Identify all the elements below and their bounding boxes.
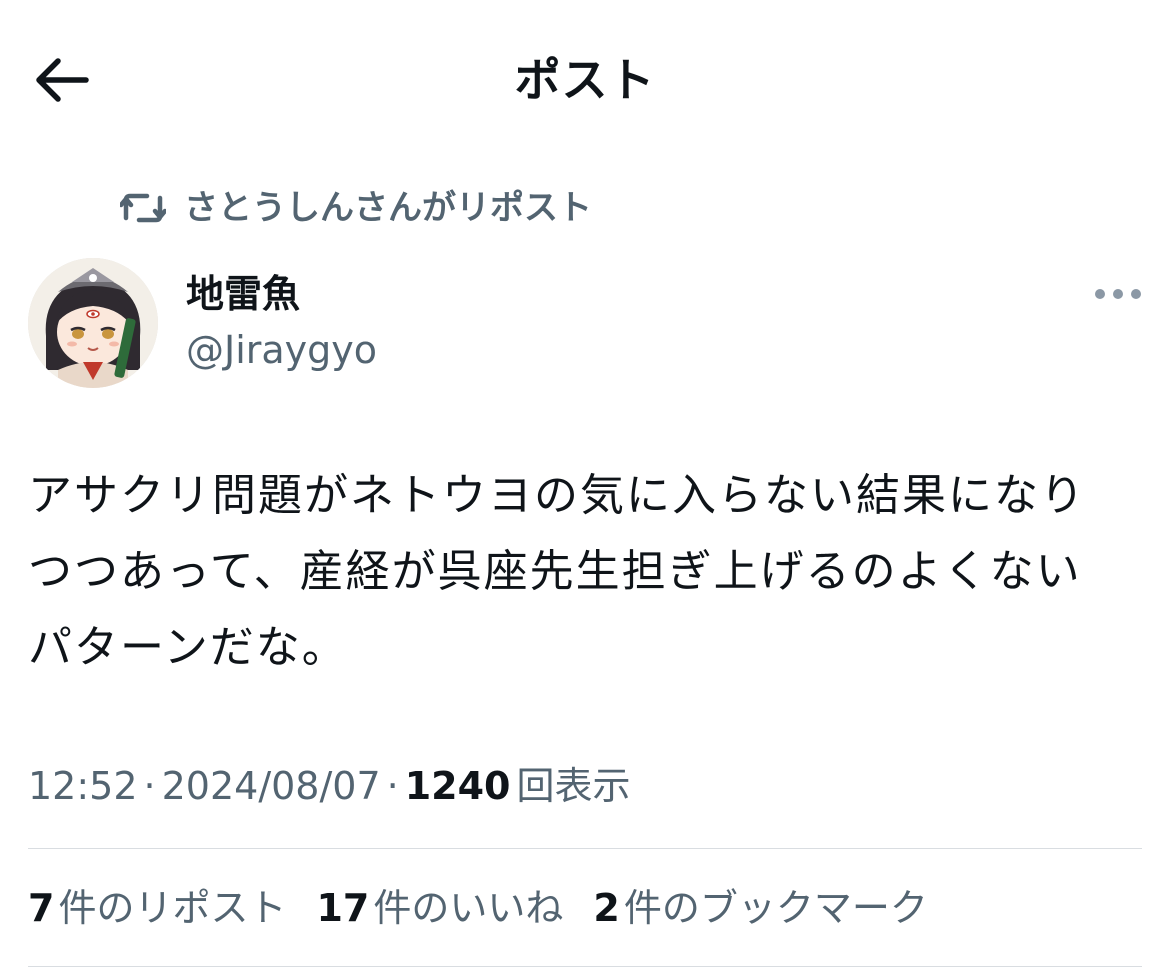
likes-label: 件のいいね bbox=[373, 886, 564, 930]
reposts-stat[interactable]: 7 件のリポスト bbox=[28, 880, 286, 936]
avatar-illustration bbox=[28, 258, 158, 388]
bookmarks-stat[interactable]: 2 件のブックマーク bbox=[593, 880, 927, 936]
post-meta: 12:52 · 2024/08/07 · 1240 回表示 bbox=[28, 758, 631, 814]
repost-icon bbox=[120, 193, 166, 223]
top-bar: ポスト bbox=[0, 0, 1170, 160]
bookmarks-label: 件のブックマーク bbox=[623, 886, 928, 930]
views-count: 1240 bbox=[404, 764, 511, 808]
more-options-button[interactable] bbox=[1088, 278, 1148, 310]
meta-separator: · bbox=[386, 764, 399, 808]
post-stats: 7 件のリポスト 17 件のいいね 2 件のブックマーク bbox=[28, 880, 928, 936]
author-display-name[interactable]: 地雷魚 bbox=[186, 266, 300, 322]
bookmarks-count: 2 bbox=[593, 886, 620, 930]
author-handle[interactable]: @Jiraygyo bbox=[186, 322, 377, 378]
divider bbox=[28, 966, 1142, 967]
reposts-count: 7 bbox=[28, 886, 55, 930]
more-dots-icon bbox=[1095, 289, 1141, 299]
post-time[interactable]: 12:52 bbox=[28, 764, 138, 808]
likes-stat[interactable]: 17 件のいいね bbox=[316, 880, 563, 936]
meta-separator: · bbox=[143, 764, 156, 808]
reposts-label: 件のリポスト bbox=[58, 886, 287, 930]
divider bbox=[28, 848, 1142, 849]
post-text: アサクリ問題がネトウヨの気に入らない結果になり つつあって、産経が呉座先生担ぎ上… bbox=[28, 470, 1086, 673]
repost-indicator[interactable]: さとうしんさんがリポスト bbox=[120, 184, 592, 232]
likes-count: 17 bbox=[316, 886, 370, 930]
post-date[interactable]: 2024/08/07 bbox=[162, 764, 381, 808]
page-title: ポスト bbox=[514, 53, 656, 107]
avatar[interactable] bbox=[28, 258, 158, 388]
repost-text: さとうしんさんがリポスト bbox=[184, 188, 592, 228]
views-label: 回表示 bbox=[516, 764, 631, 808]
